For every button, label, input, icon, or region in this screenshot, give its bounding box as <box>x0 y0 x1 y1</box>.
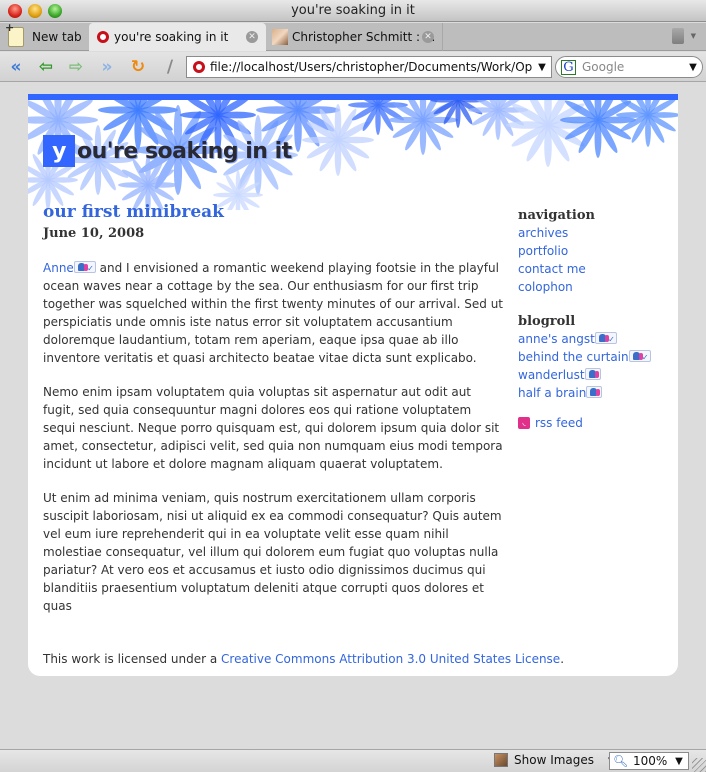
rss-feed-label[interactable]: rss feed <box>535 416 583 430</box>
new-tab-label: New tab <box>32 30 82 44</box>
chevron-down-icon[interactable]: ▼ <box>684 62 702 73</box>
fast-forward-icon[interactable]: » <box>97 57 117 77</box>
blogroll-link[interactable]: half a brain <box>518 386 586 400</box>
web-page: y ou're soaking in it our first minibrea… <box>28 94 678 676</box>
post-date: June 10, 2008 <box>43 226 145 241</box>
post-paragraph: Nemo enim ipsam voluptatem quia voluptas… <box>43 385 503 471</box>
show-images-label: Show Images <box>514 753 595 767</box>
page-favicon-icon <box>193 61 205 73</box>
status-bar: Show Images ▼ 🔍︎ 100% ▼ <box>0 749 706 772</box>
blogroll-list: anne's angst ✓ behind the curtain ✓ wander… <box>518 330 668 402</box>
xfn-friend-icon: ✓ <box>73 261 96 273</box>
zoom-level: 100% <box>633 754 668 768</box>
window-titlebar: you're soaking in it <box>0 0 706 22</box>
blogroll-heading: blogroll <box>518 314 576 329</box>
chevron-down-icon[interactable]: ▼ <box>691 32 696 40</box>
blogroll-link[interactable]: behind the curtain <box>518 350 629 364</box>
xfn-friend-icon <box>586 386 603 398</box>
nav-link-portfolio[interactable]: portfolio <box>518 244 568 258</box>
edit-pen-icon[interactable]: ∕ <box>160 57 180 77</box>
post-title-link[interactable]: our first minibreak <box>43 202 503 222</box>
tab-label: Christopher Schmitt : ... <box>292 30 436 44</box>
reload-icon[interactable]: ↻ <box>128 57 148 77</box>
xfn-friend-icon: ✓ <box>628 350 651 362</box>
avatar-favicon-icon <box>272 29 288 45</box>
address-bar[interactable]: file://localhost/Users/christopher/Docum… <box>186 56 552 78</box>
navigation-list: archives portfolio contact me colophon <box>518 224 668 296</box>
site-title-initial: y <box>43 135 75 167</box>
image-icon <box>494 753 508 767</box>
magnifier-icon: 🔍︎ <box>613 754 629 768</box>
window-title: you're soaking in it <box>291 3 415 18</box>
trash-icon[interactable] <box>672 28 684 44</box>
post-paragraph: Ut enim ad minima veniam, quis nostrum e… <box>43 491 502 613</box>
tab-christopher-schmitt[interactable]: Christopher Schmitt : ... ✕ <box>268 23 443 51</box>
rewind-icon[interactable]: « <box>6 57 26 77</box>
license-footer: This work is licensed under a Creative C… <box>43 652 565 666</box>
tab-soaking[interactable]: you're soaking in it ✕ <box>89 23 266 51</box>
close-tab-icon[interactable]: ✕ <box>246 31 258 43</box>
tab-bar: New tab you're soaking in it ✕ Christoph… <box>0 21 706 51</box>
search-bar[interactable]: G Google ▼ <box>555 56 703 78</box>
chevron-down-icon: ▼ <box>675 755 683 767</box>
back-arrow-icon[interactable]: ⇦ <box>36 57 56 77</box>
site-title-text: ou're soaking in it <box>77 138 292 164</box>
post-content: our first minibreak June 10, 2008 Anne ✓ … <box>43 202 503 615</box>
navigation-heading: navigation <box>518 208 595 223</box>
new-page-icon <box>5 21 24 47</box>
xfn-friend-icon <box>584 368 601 380</box>
search-input[interactable]: Google <box>582 60 684 74</box>
blogroll-link[interactable]: anne's angst <box>518 332 595 346</box>
chevron-down-icon[interactable]: ▼ <box>533 62 551 73</box>
resize-grip[interactable] <box>692 758 706 772</box>
url-input[interactable]: file://localhost/Users/christopher/Docum… <box>210 60 533 74</box>
xfn-friend-icon: ✓ <box>594 332 617 344</box>
license-link[interactable]: Creative Commons Attribution 3.0 United … <box>221 652 560 666</box>
blogroll-link[interactable]: wanderlust <box>518 368 585 382</box>
rss-feed-link[interactable]: ◟ rss feed <box>518 416 668 430</box>
zoom-select[interactable]: 🔍︎ 100% ▼ <box>609 752 689 770</box>
opera-favicon-icon <box>97 31 109 43</box>
forward-arrow-icon[interactable]: ⇨ <box>66 57 86 77</box>
sidebar: navigation archives portfolio contact me… <box>518 208 668 430</box>
nav-link-colophon[interactable]: colophon <box>518 280 573 294</box>
rss-icon: ◟ <box>518 417 530 429</box>
navigation-toolbar: « ⇦ ⇨ » ↻ ∕ file://localhost/Users/chris… <box>0 52 706 82</box>
tab-label: you're soaking in it <box>114 30 229 44</box>
new-tab-button[interactable]: New tab <box>5 21 88 51</box>
nav-link-contact-me[interactable]: contact me <box>518 262 586 276</box>
post-paragraph: Anne ✓ and I envisioned a romantic weeken… <box>43 261 504 365</box>
google-icon[interactable]: G <box>561 59 576 75</box>
site-title[interactable]: y ou're soaking in it <box>43 135 292 167</box>
show-images-button[interactable]: Show Images ▼ <box>494 753 613 767</box>
anne-link[interactable]: Anne <box>43 261 74 275</box>
close-tab-icon[interactable]: ✕ <box>422 31 434 43</box>
nav-link-archives[interactable]: archives <box>518 226 568 240</box>
